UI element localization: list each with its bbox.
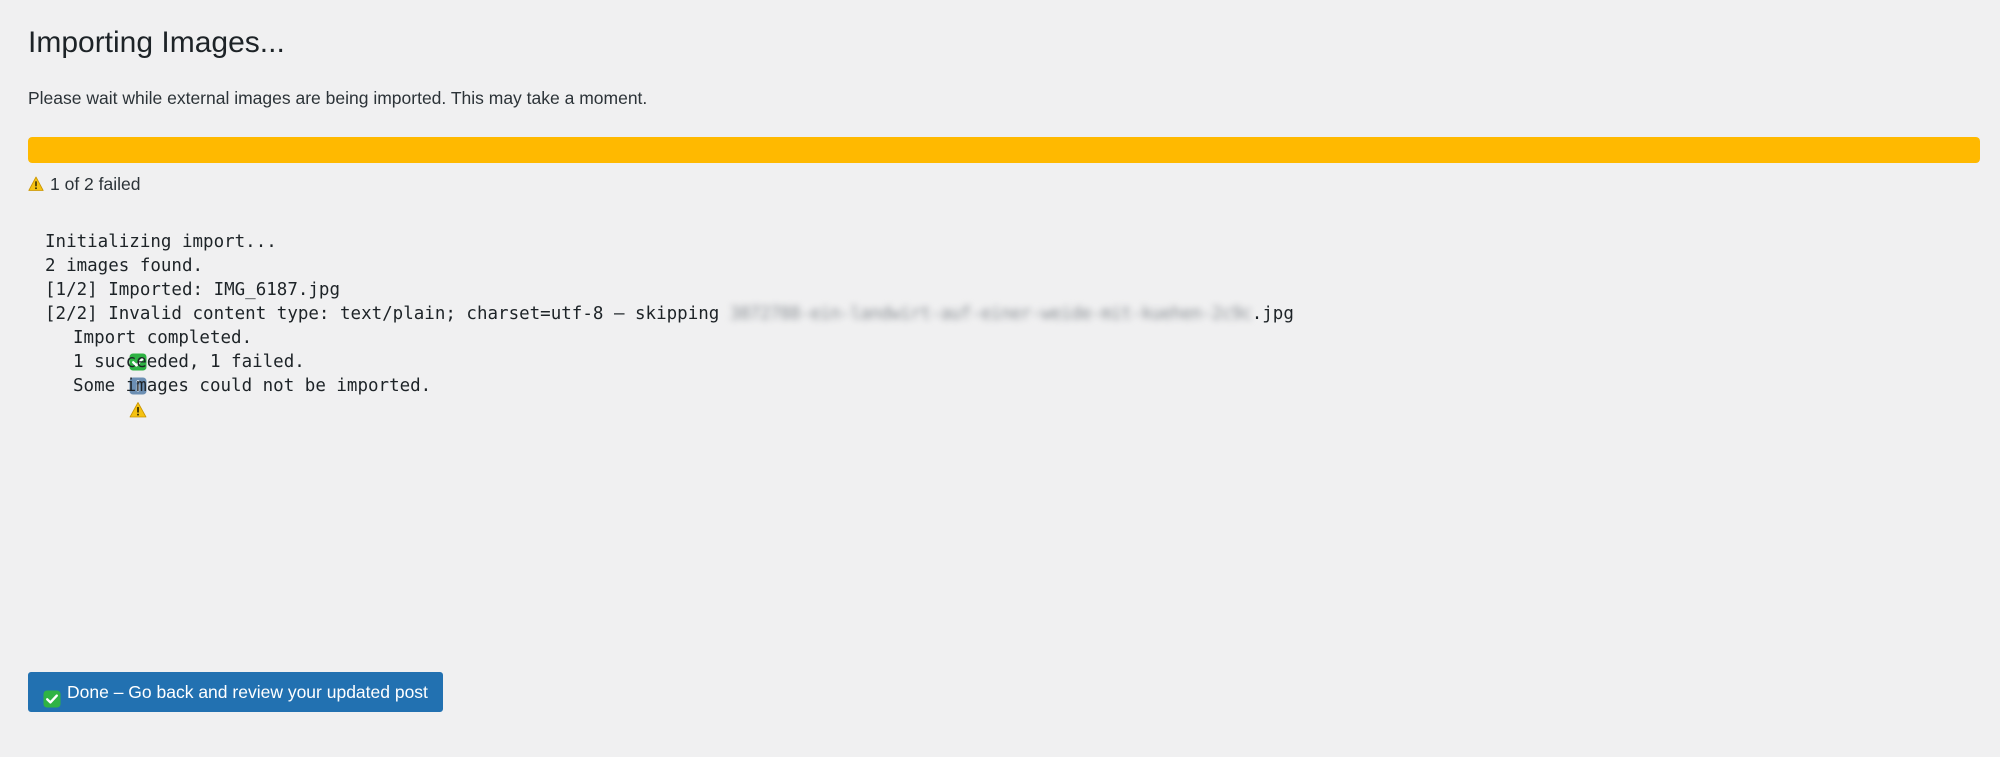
log-line-text: Import completed. [73,328,253,348]
log-line: Import completed. [45,326,1294,371]
log-line-text: 1 succeeded, 1 failed. [73,352,305,372]
info-icon [45,353,147,395]
log-line: 1 succeeded, 1 failed. [45,350,1294,395]
done-button-label: Done – Go back and review your updated p… [67,682,428,702]
log-line-text: Initializing import... [45,232,277,252]
done-button[interactable]: Done – Go back and review your updated p… [28,672,443,712]
log-line: [1/2] Imported: IMG_6187.jpg [45,278,1294,302]
progress-status-text: 1 of 2 failed [50,174,141,194]
log-line: Some images could not be imported. [45,374,1294,418]
page-description: Please wait while external images are be… [28,88,648,108]
log-line-extension: .jpg [1251,304,1294,324]
log-line: Initializing import... [45,230,1294,254]
log-line: [2/2] Invalid content type: text/plain; … [45,302,1294,326]
progress-bar [28,137,1980,163]
log-line-text: [1/2] Imported: IMG_6187.jpg [45,280,341,300]
log-line-text: Some images could not be imported. [73,376,432,396]
blurred-filename: 3872788-ein-landwirt-auf-einer-weide-mit… [729,304,1252,324]
warning-icon [28,176,44,192]
log-line-text: 2 images found. [45,256,204,276]
import-log: Initializing import... 2 images found. [… [45,230,1294,418]
check-icon [43,683,61,708]
progress-bar-fill [28,137,1980,163]
log-line: 2 images found. [45,254,1294,278]
check-icon [45,329,147,371]
progress-status: 1 of 2 failed [28,172,140,196]
warning-icon [45,377,147,418]
log-line-text: [2/2] Invalid content type: text/plain; … [45,304,730,324]
page-title: Importing Images... [28,26,285,59]
